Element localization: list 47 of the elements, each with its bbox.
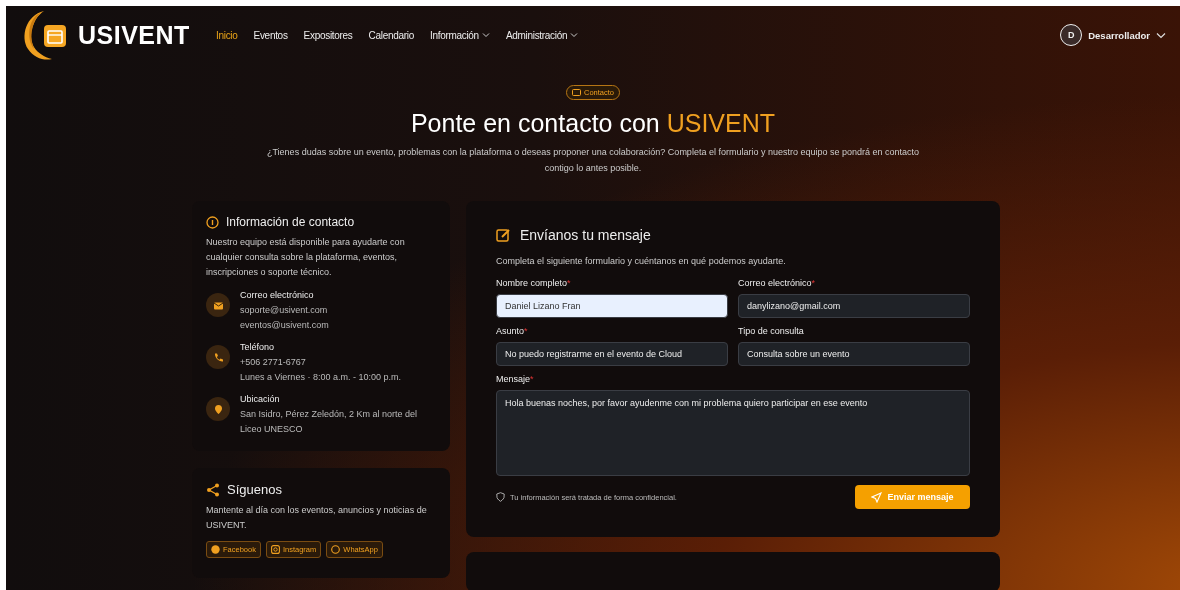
nav-link[interactable]: Información — [421, 29, 498, 41]
card-title: Información de contacto — [226, 215, 355, 229]
envelope-icon — [206, 293, 230, 317]
info-icon — [206, 215, 219, 229]
nav-link[interactable]: Eventos — [245, 29, 296, 41]
facebook-icon — [211, 545, 220, 554]
nav-link[interactable]: Inicio — [208, 29, 246, 41]
contact-label: Teléfono — [240, 341, 276, 354]
phone-icon — [206, 345, 230, 369]
edit-icon — [496, 227, 511, 243]
field-label: Asunto* — [496, 326, 529, 336]
field-label: Correo electrónico* — [738, 278, 817, 288]
input-field[interactable]: Consulta sobre un evento — [738, 342, 970, 366]
map-pin-icon — [206, 397, 230, 421]
field-label: Tipo de consulta — [738, 326, 805, 336]
contact-detail: soporte@usivent.com — [240, 304, 329, 317]
user-menu[interactable]: D Desarrollador — [1060, 24, 1166, 46]
contact-detail: eventos@usivent.com — [240, 319, 329, 332]
card-description: Mantente al día con los eventos, anuncios y noticias de USIVENT. — [206, 504, 428, 532]
input-field[interactable]: danylizano@gmail.com — [738, 294, 970, 318]
whatsapp-icon — [331, 545, 341, 554]
contact-detail: San Isidro, Pérez Zeledón, 2 Km al norte del Liceo UNESCO — [240, 408, 419, 436]
shield-icon — [496, 492, 505, 502]
input-field[interactable]: No puedo registrarme en el evento de Cloud — [496, 342, 728, 366]
chevron-down-icon — [1156, 31, 1166, 39]
card-title: Síguenos — [227, 482, 282, 497]
form-title: Envíanos tu mensaje — [520, 227, 651, 243]
contact-detail: +506 2771-6767 — [240, 356, 307, 369]
input-field[interactable]: Daniel Lizano Fran — [496, 294, 728, 318]
field-label: Mensaje* — [496, 374, 535, 384]
page-title: Ponte en contacto con USIVENT — [410, 109, 776, 138]
card-description: Nuestro equipo está disponible para ayudarte con cualquier consulta sobre la plataforma, eventos, inscripciones o soporte técnico. — [206, 236, 406, 279]
form-description: Completa el siguiente formulario y cuéntanos en qué podemos ayudarte. — [496, 256, 787, 266]
field-label: Nombre completo* — [496, 278, 572, 288]
message-textarea[interactable]: Hola buenas noches, por favor ayudenme con mi problema quiero participar en ese evento — [496, 390, 970, 476]
logo-text[interactable]: USIVENT — [78, 20, 190, 50]
share-icon — [206, 482, 220, 497]
instagram-icon — [270, 545, 280, 554]
contact-label: Correo electrónico — [240, 289, 315, 302]
contact-detail: Lunes a Viernes · 8:00 a.m. - 10:00 p.m. — [240, 371, 401, 384]
nav-link[interactable]: Expositores — [295, 29, 361, 41]
nav-link[interactable]: Administración — [497, 29, 587, 41]
page-subtitle: ¿Tienes dudas sobre un evento, problemas con la plataforma o deseas proponer una colaboración? Completa el formulario y nuestro equipo se pondrá en contacto contigo lo antes posible. — [265, 146, 921, 175]
contact-label: Ubicación — [240, 393, 281, 406]
send-icon — [871, 491, 883, 503]
nav-link[interactable]: Calendario — [360, 29, 422, 41]
chat-icon — [572, 89, 581, 96]
